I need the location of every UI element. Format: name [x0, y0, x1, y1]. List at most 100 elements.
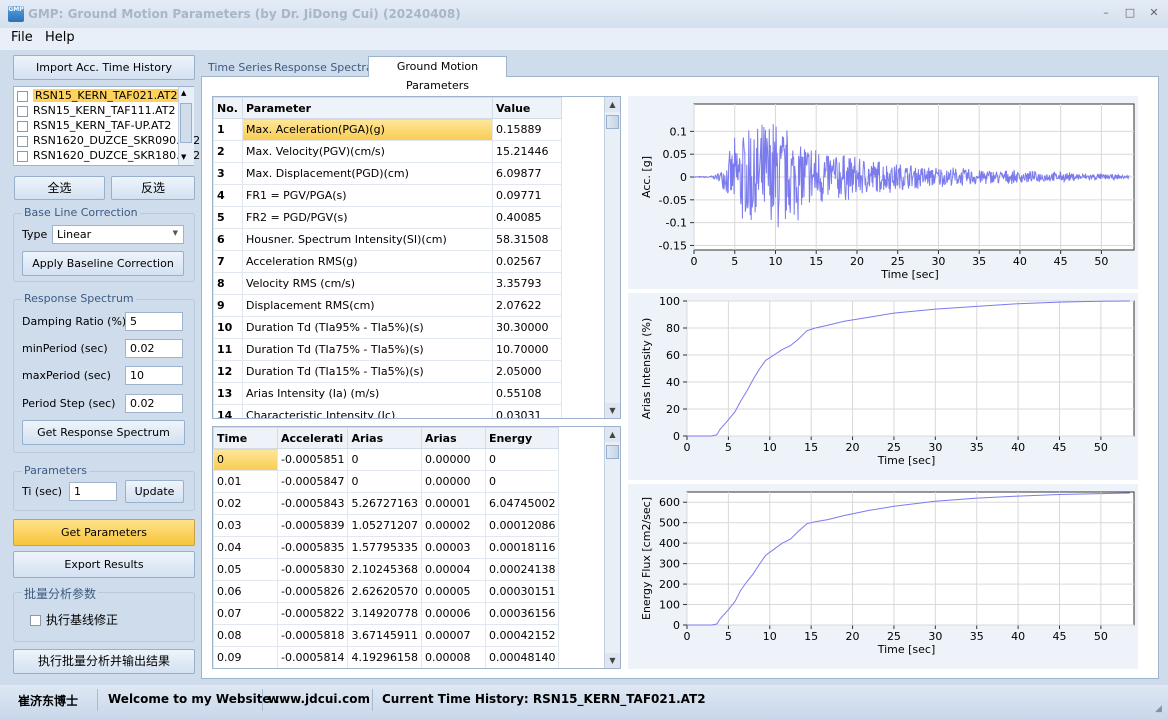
scroll-thumb[interactable] [180, 103, 192, 143]
column-header[interactable]: Accelerati [276, 427, 349, 449]
table-cell[interactable]: Characteristic Intensity (Ic) [242, 404, 493, 418]
table-cell[interactable]: -0.0005818 [276, 624, 349, 647]
table-row[interactable]: 0.04 -0.0005835 1.57795335 0.00003 0.0001811… [213, 536, 560, 559]
period-step-input[interactable]: 0.02 [125, 394, 183, 413]
table-cell[interactable]: 0.00002 [420, 514, 486, 537]
table-cell[interactable]: -0.0005843 [276, 492, 349, 515]
table-cell[interactable]: 0.02 [213, 492, 278, 515]
table-cell[interactable]: 2.10245368 [347, 558, 422, 581]
table-cell[interactable]: 0.03 [213, 514, 278, 537]
table-cell[interactable]: 0 [484, 470, 560, 493]
checkbox[interactable] [17, 120, 28, 132]
table-cell[interactable]: 0.00000 [420, 470, 486, 493]
table-cell[interactable]: -0.0005835 [276, 536, 349, 559]
type-select[interactable]: Linear ▼ [52, 225, 184, 244]
table-cell[interactable]: 6.04745002 [484, 492, 560, 515]
baseline-checkbox[interactable] [30, 615, 41, 626]
table-cell[interactable]: 0.55108 [492, 382, 562, 405]
close-button[interactable]: ✕ [1146, 6, 1162, 20]
table-cell[interactable]: 0.00042152 [484, 624, 560, 647]
invert-selection-button[interactable]: 反选 [111, 176, 195, 200]
column-header[interactable]: Arias [347, 427, 422, 449]
table-cell[interactable]: 12 [213, 360, 243, 383]
column-header[interactable]: Value [492, 97, 562, 119]
table-cell[interactable]: 0.00012086 [484, 514, 560, 537]
table-row[interactable]: 0.08 -0.0005818 3.67145911 0.00007 0.0004215… [213, 624, 560, 647]
apply-baseline-button[interactable]: Apply Baseline Correction [22, 251, 184, 276]
table-cell[interactable]: Duration Td (TIa15% - TIa5%)(s) [242, 360, 493, 383]
table-cell[interactable]: 13 [213, 382, 243, 405]
table-cell[interactable]: 3.35793 [492, 272, 562, 295]
table-row[interactable]: 14 Characteristic Intensity (Ic) 0.03031 [213, 404, 562, 418]
table-cell[interactable]: Acceleration RMS(g) [242, 250, 493, 273]
table-row[interactable]: 0.09 -0.0005814 4.19296158 0.00008 0.0004814… [213, 646, 560, 668]
list-item[interactable]: RSN15_KERN_TAF021.AT2 [17, 89, 180, 104]
scroll-down-icon[interactable]: ▼ [181, 153, 186, 161]
column-header[interactable]: Parameter [242, 97, 493, 119]
table-row[interactable]: 0.02 -0.0005843 5.26727163 0.00001 6.0474500… [213, 492, 560, 515]
table-cell[interactable]: 0.04 [213, 536, 278, 559]
table-cell[interactable]: 0.15889 [492, 118, 562, 141]
scroll-thumb[interactable] [606, 115, 619, 129]
table-cell[interactable]: 0.09 [213, 646, 278, 668]
table-row[interactable]: 0.06 -0.0005826 2.62620570 0.00005 0.0003015… [213, 580, 560, 603]
column-header[interactable]: Energy [484, 427, 560, 449]
table-cell[interactable]: 14 [213, 404, 243, 418]
table-cell[interactable]: 0.08 [213, 624, 278, 647]
select-all-button[interactable]: 全选 [14, 176, 105, 200]
file-list-scrollbar[interactable]: ▲ ▼ [178, 87, 194, 165]
table-cell[interactable]: -0.0005839 [276, 514, 349, 537]
update-button[interactable]: Update [125, 480, 184, 503]
table-cell[interactable]: Velocity RMS (cm/s) [242, 272, 493, 295]
list-item[interactable]: RSN15_KERN_TAF-UP.AT2 [17, 119, 171, 134]
min-period-input[interactable]: 0.02 [125, 339, 183, 358]
table-cell[interactable]: 0 [213, 448, 278, 471]
table-cell[interactable]: 3.67145911 [347, 624, 422, 647]
table-cell[interactable]: 10 [213, 316, 243, 339]
table-cell[interactable]: Max. Displacement(PGD)(cm) [242, 162, 493, 185]
table-row[interactable]: 0 -0.0005851 0 0.00000 0 [213, 448, 560, 471]
scroll-down-icon[interactable]: ▼ [605, 653, 620, 668]
parameter-table-scrollbar[interactable]: ▲ ▼ [604, 97, 620, 418]
table-cell[interactable]: 0 [347, 470, 422, 493]
table-cell[interactable]: 2.05000 [492, 360, 562, 383]
table-cell[interactable]: 0.00005 [420, 580, 486, 603]
table-cell[interactable]: -0.0005851 [276, 448, 349, 471]
table-cell[interactable]: 0 [484, 448, 560, 471]
table-cell[interactable]: -0.0005822 [276, 602, 349, 625]
checkbox[interactable] [17, 105, 28, 117]
table-cell[interactable]: 0.00024138 [484, 558, 560, 581]
table-cell[interactable]: 0.00004 [420, 558, 486, 581]
table-cell[interactable]: 8 [213, 272, 243, 295]
baseline-checkbox-row[interactable]: 执行基线修正 [30, 611, 118, 628]
time-series-table-scrollbar[interactable]: ▲ ▼ [604, 427, 620, 668]
parameter-table[interactable]: No. Parameter Value 1 Max. Aceleration(PG… [212, 96, 621, 419]
tab-ground-motion-parameters[interactable]: Ground Motion Parameters [368, 56, 507, 92]
table-cell[interactable]: 4.19296158 [347, 646, 422, 668]
table-cell[interactable]: Max. Velocity(PGV)(cm/s) [242, 140, 493, 163]
table-cell[interactable]: 6 [213, 228, 243, 251]
table-row[interactable]: 0.01 -0.0005847 0 0.00000 0 [213, 470, 560, 493]
table-row[interactable]: 11 Duration Td (TIa75% - TIa5%)(s) 10.7000… [213, 338, 562, 361]
scroll-up-icon[interactable]: ▲ [181, 89, 186, 97]
time-series-table[interactable]: Time Accelerati Arias Arias Energy 0 -0.0… [212, 426, 621, 669]
website-link[interactable]: www.jdcui.com [268, 692, 370, 706]
table-cell[interactable]: 3.14920778 [347, 602, 422, 625]
column-header[interactable]: Arias [420, 427, 486, 449]
table-row[interactable]: 8 Velocity RMS (cm/s) 3.35793 [213, 272, 562, 295]
table-row[interactable]: 10 Duration Td (TIa95% - TIa5%)(s) 30.3000… [213, 316, 562, 339]
table-cell[interactable]: 7 [213, 250, 243, 273]
table-cell[interactable]: 0.00018116 [484, 536, 560, 559]
list-item[interactable]: RSN1620_DUZCE_SKR180.AT2 [17, 149, 200, 164]
table-row[interactable]: 6 Housner. Spectrum Intensity(SI)(cm) 58.3… [213, 228, 562, 251]
table-row[interactable]: 13 Arias Intensity (Ia) (m/s) 0.55108 [213, 382, 562, 405]
table-cell[interactable]: 30.30000 [492, 316, 562, 339]
table-cell[interactable]: 2.62620570 [347, 580, 422, 603]
table-cell[interactable]: 0.00003 [420, 536, 486, 559]
table-cell[interactable]: Displacement RMS(cm) [242, 294, 493, 317]
table-cell[interactable]: 0.00001 [420, 492, 486, 515]
table-cell[interactable]: -0.0005847 [276, 470, 349, 493]
table-cell[interactable]: 9 [213, 294, 243, 317]
checkbox[interactable] [17, 150, 28, 162]
table-cell[interactable]: 0.06 [213, 580, 278, 603]
